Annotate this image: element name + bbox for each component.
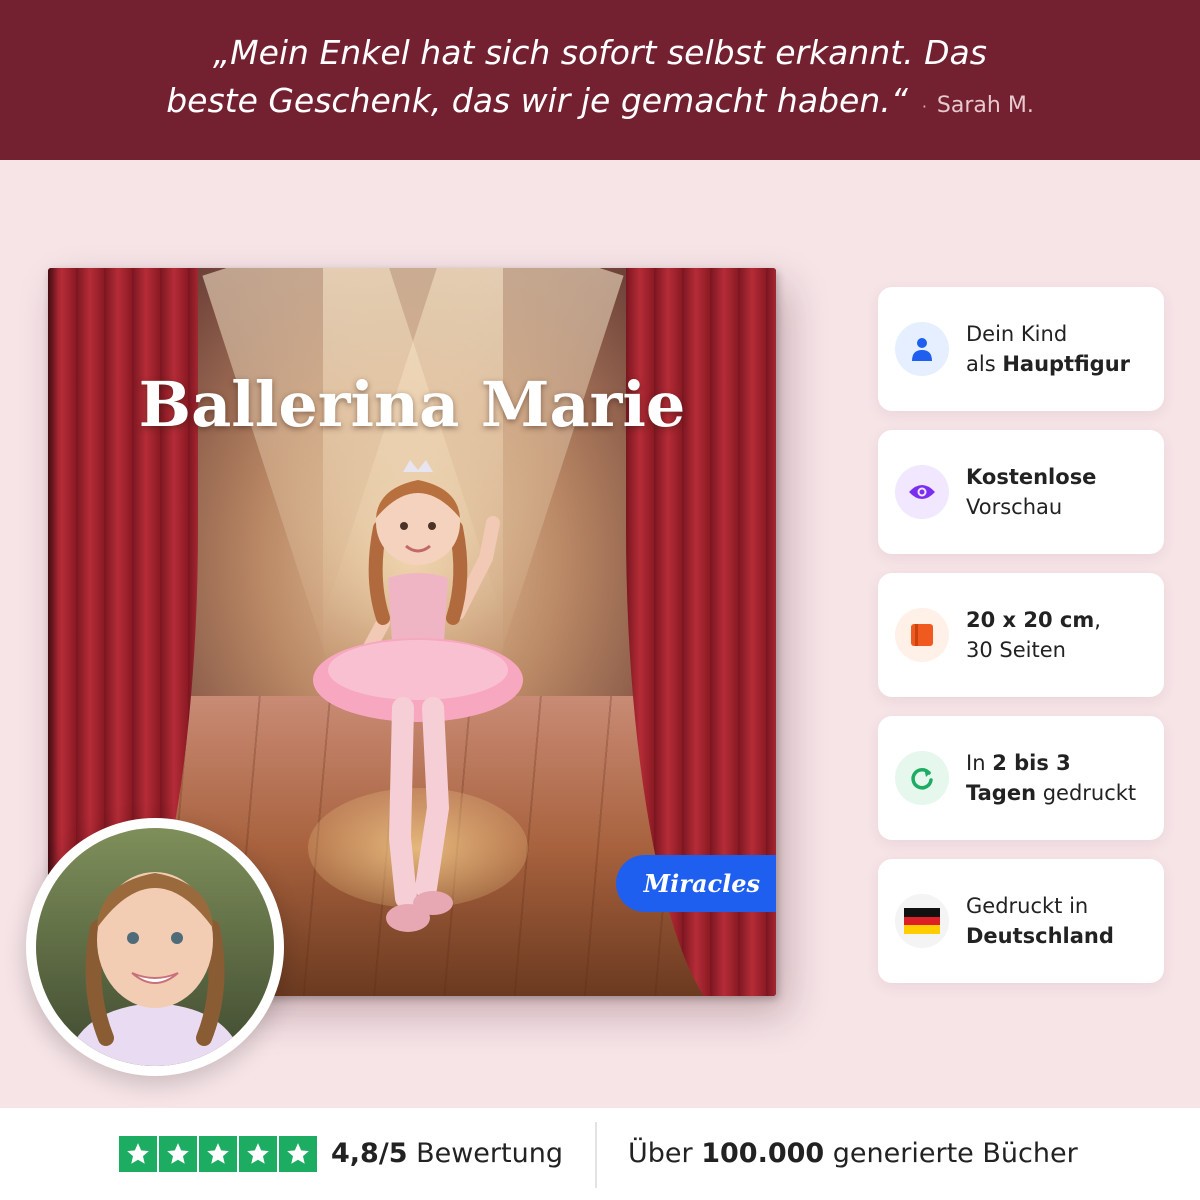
books-count-pre: Über [628, 1138, 693, 1169]
child-photo-image [36, 828, 274, 1066]
books-count-post: generierte Bücher [832, 1138, 1078, 1169]
star-icon [119, 1136, 157, 1172]
books-count-value: 100.000 [701, 1138, 825, 1169]
ballerina-illustration [313, 460, 523, 932]
quote-line-2: beste Geschenk, das wir je gemacht haben… [166, 81, 908, 120]
star-icon [199, 1136, 237, 1172]
rating-value: 4,8/5 [331, 1138, 408, 1169]
feature-card-made-in-germany: Gedruckt in Deutschland [878, 859, 1164, 983]
feature-text-line: Vorschau [966, 495, 1063, 519]
star-icon [159, 1136, 197, 1172]
quote-separator: · [921, 97, 927, 116]
germany-flag-icon [895, 894, 949, 948]
feature-text-part: gedruckt [1036, 781, 1137, 805]
feature-text: Gedruckt in Deutschland [966, 891, 1114, 951]
feature-text-part: als [966, 352, 1003, 376]
feature-list: Dein Kind als Hauptfigur Kostenlose Vors… [878, 287, 1164, 1002]
feature-text-bold: Tagen [966, 781, 1037, 805]
quote-banner: „Mein Enkel hat sich sofort selbst erkan… [0, 0, 1200, 160]
brand-badge: Miracles [615, 855, 776, 912]
feature-text: Dein Kind als Hauptfigur [966, 319, 1130, 379]
feature-text: In 2 bis 3 Tagen gedruckt [966, 748, 1136, 808]
trust-bar: 4,8/5 Bewertung Über 100.000 generierte … [0, 1108, 1200, 1200]
star-icon [279, 1136, 317, 1172]
rating-text: 4,8/5 Bewertung [331, 1136, 563, 1172]
rating-stars [119, 1136, 317, 1172]
star-icon [239, 1136, 277, 1172]
child-photo [26, 818, 284, 1076]
books-count-text: Über 100.000 generierte Bücher [628, 1136, 1078, 1172]
feature-text-bold: Deutschland [966, 924, 1114, 948]
feature-text-part: In [966, 751, 993, 775]
feature-text-line: 30 Seiten [966, 638, 1066, 662]
feature-text-line: Gedruckt in [966, 894, 1089, 918]
eye-icon [895, 465, 949, 519]
book-title: Ballerina Marie [138, 368, 686, 441]
refresh-icon [895, 751, 949, 805]
feature-card-main-character: Dein Kind als Hauptfigur [878, 287, 1164, 411]
feature-text: Kostenlose Vorschau [966, 462, 1096, 522]
quote-line-1: „Mein Enkel hat sich sofort selbst erkan… [213, 33, 987, 72]
feature-text-part: , [1094, 608, 1101, 632]
divider [595, 1122, 597, 1188]
feature-text-bold: Kostenlose [966, 465, 1097, 489]
rating-label: Bewertung [416, 1138, 563, 1169]
person-icon [895, 322, 949, 376]
feature-text: 20 x 20 cm, 30 Seiten [966, 605, 1101, 665]
testimonial-quote: „Mein Enkel hat sich sofort selbst erkan… [166, 29, 1034, 131]
quote-author: Sarah M. [936, 93, 1034, 118]
feature-card-free-preview: Kostenlose Vorschau [878, 430, 1164, 554]
feature-text-line: Dein Kind [966, 322, 1068, 346]
feature-card-size: 20 x 20 cm, 30 Seiten [878, 573, 1164, 697]
feature-text-bold: 20 x 20 cm [966, 608, 1095, 632]
book-icon [895, 608, 949, 662]
feature-text-bold: 2 bis 3 [992, 751, 1071, 775]
feature-text-bold: Hauptfigur [1002, 352, 1130, 376]
feature-card-print-time: In 2 bis 3 Tagen gedruckt [878, 716, 1164, 840]
